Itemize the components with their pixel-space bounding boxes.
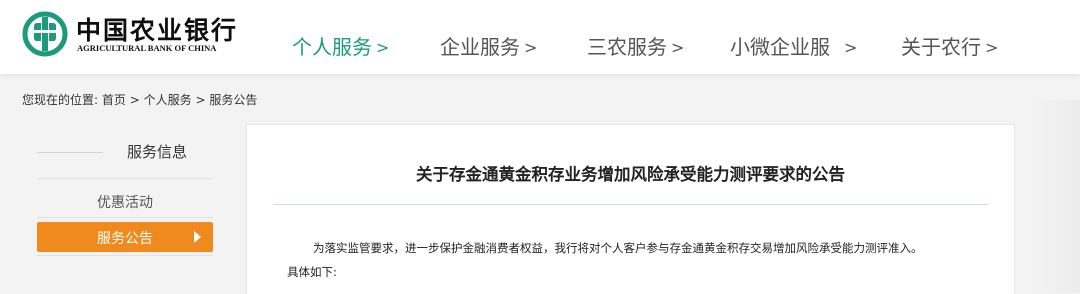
- nav-label: 个人服务: [292, 35, 372, 59]
- article-paragraph: 具体如下:: [287, 265, 337, 279]
- chevron-right-icon: >: [844, 38, 858, 57]
- divider: [37, 152, 103, 153]
- breadcrumb-item-home[interactable]: 首页: [102, 93, 126, 107]
- breadcrumb-prefix: 您现在的位置:: [22, 93, 99, 107]
- sidebar-title: 服务信息: [127, 143, 188, 161]
- article-title: 关于存金通黄金积存业务增加风险承受能力测评要求的公告: [416, 165, 845, 184]
- logo-text-en[interactable]: AGRICULTURAL BANK OF CHINA: [77, 43, 216, 53]
- logo-text-cn[interactable]: 中国农业银行: [76, 11, 238, 47]
- background-decoration: [1030, 100, 1080, 293]
- nav-about-abc[interactable]: 关于农行 >: [901, 31, 998, 60]
- nav-agricultural-services[interactable]: 三农服务 >: [587, 31, 684, 60]
- chevron-right-icon: >: [524, 38, 538, 57]
- breadcrumb-separator: >: [195, 93, 206, 107]
- site-header: 中国农业银行 AGRICULTURAL BANK OF CHINA 个人服务 > …: [0, 0, 1080, 74]
- nav-personal-services[interactable]: 个人服务 >: [292, 31, 389, 60]
- nav-label: 关于农行: [901, 35, 981, 59]
- nav-small-business[interactable]: 小微企业服 >: [730, 31, 857, 60]
- chevron-right-icon: >: [376, 38, 390, 57]
- sidebar-item-label: 服务公告: [97, 231, 153, 247]
- divider: [37, 255, 213, 256]
- sidebar-item-promotions[interactable]: 优惠活动: [37, 186, 213, 216]
- nav-label: 小微企业服: [730, 35, 830, 59]
- nav-label: 企业服务: [440, 35, 520, 59]
- breadcrumb-separator: >: [129, 93, 140, 107]
- triangle-right-icon: [194, 231, 201, 243]
- article-panel: 关于存金通黄金积存业务增加风险承受能力测评要求的公告 为落实监管要求，进一步保护…: [246, 124, 1015, 294]
- divider: [37, 178, 213, 179]
- breadcrumb: 您现在的位置: 首页 > 个人服务 > 服务公告: [22, 91, 257, 108]
- divider: [273, 204, 989, 205]
- chevron-right-icon: >: [671, 38, 685, 57]
- chevron-right-icon: >: [985, 38, 999, 57]
- sidebar-header: 服务信息: [37, 138, 213, 168]
- sidebar-item-label: 优惠活动: [97, 195, 153, 211]
- breadcrumb-item-current[interactable]: 服务公告: [209, 93, 257, 107]
- divider: [37, 217, 213, 218]
- abc-logo-icon[interactable]: [22, 11, 68, 57]
- nav-label: 三农服务: [587, 35, 667, 59]
- article-paragraph: 为落实监管要求，进一步保护金融消费者权益，我行将对个人客户参与存金通黄金积存交易…: [313, 241, 923, 255]
- breadcrumb-item-personal[interactable]: 个人服务: [144, 93, 192, 107]
- nav-corporate-services[interactable]: 企业服务 >: [440, 31, 537, 60]
- sidebar-item-service-notices[interactable]: 服务公告: [37, 222, 213, 252]
